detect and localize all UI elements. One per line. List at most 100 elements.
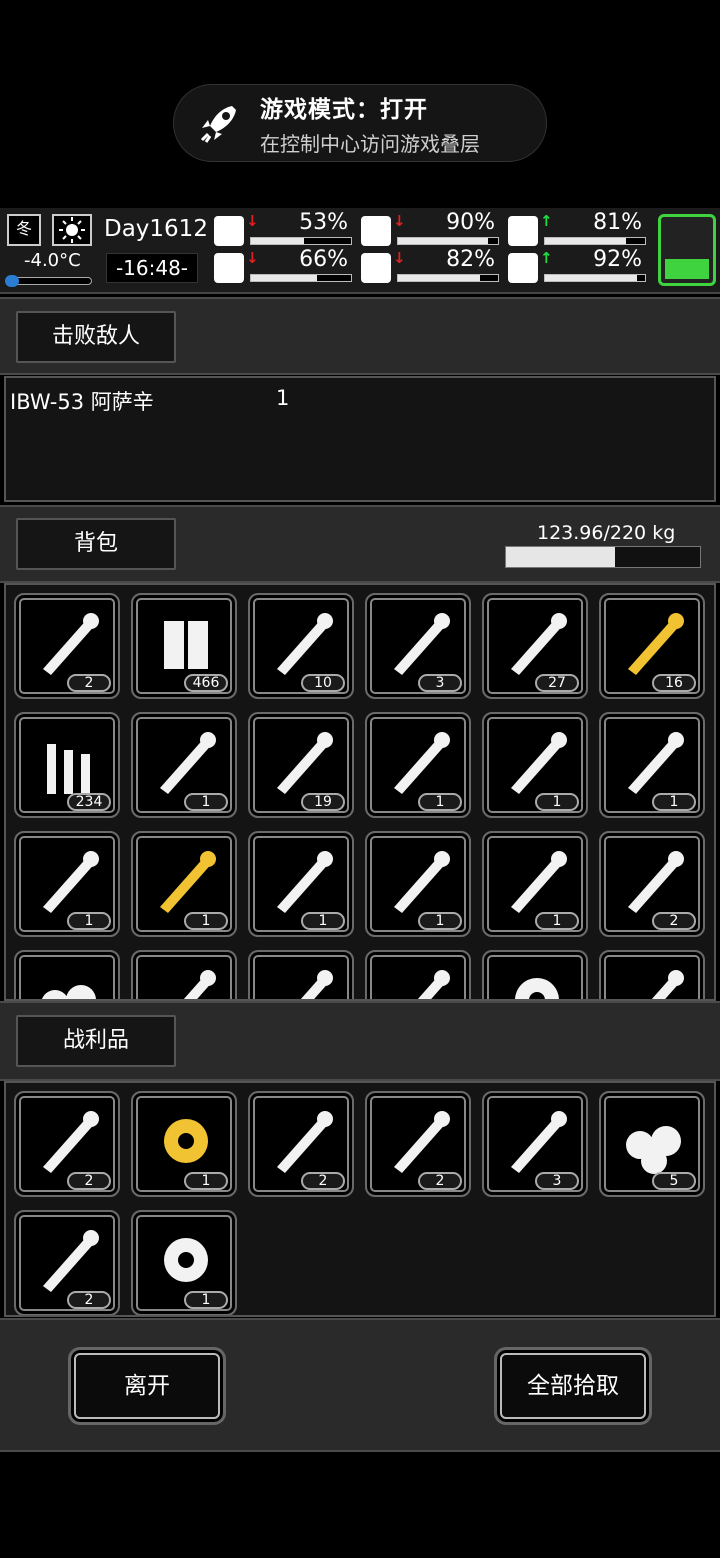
golden-mace-icon <box>160 851 216 913</box>
item-slot[interactable]: 2 <box>248 1091 354 1197</box>
take-all-button[interactable]: 全部拾取 <box>494 1347 652 1425</box>
pipe-icon <box>43 1111 99 1173</box>
item-count: 19 <box>301 793 345 811</box>
item-count: 1 <box>418 793 462 811</box>
item-slot[interactable] <box>599 950 705 999</box>
stat-stomach: ↓ 90% <box>361 210 501 248</box>
backpack-header: 背包 <box>0 505 720 583</box>
item-slot[interactable]: 1 <box>131 831 237 937</box>
item-slot[interactable]: 1 <box>365 831 471 937</box>
battery-icon <box>658 214 716 286</box>
heart-icon <box>508 253 538 283</box>
armor-plate-icon <box>511 732 567 794</box>
item-slot[interactable]: 1 <box>482 712 588 818</box>
stat-heart: ↑ 92% <box>508 247 648 285</box>
item-slot[interactable]: 3 <box>482 1091 588 1197</box>
mech-parts-icon <box>394 851 450 913</box>
trend-arrow-icon: ↑ <box>540 249 553 267</box>
water-drop-icon <box>361 253 391 283</box>
action-bar: 离开 全部拾取 <box>0 1318 720 1452</box>
flashlight-icon <box>651 970 684 999</box>
stomach-icon <box>361 216 391 246</box>
stat-value: 81% <box>593 210 642 235</box>
stones-icon <box>41 985 96 999</box>
backpack-tab[interactable]: 背包 <box>16 518 176 570</box>
stat-bar <box>397 274 499 282</box>
weight-bar <box>505 546 701 568</box>
stat-value: 66% <box>299 247 348 272</box>
item-slot[interactable]: 16 <box>599 593 705 699</box>
stat-bar <box>250 274 352 282</box>
item-count: 2 <box>418 1172 462 1190</box>
enemy-count: 1 <box>276 386 290 410</box>
item-slot[interactable]: 234 <box>14 712 120 818</box>
item-count: 234 <box>67 793 111 811</box>
item-slot[interactable]: 1 <box>14 831 120 937</box>
item-slot[interactable]: 1 <box>365 712 471 818</box>
toolbox-icon <box>160 732 216 794</box>
item-count: 1 <box>418 912 462 930</box>
item-count: 5 <box>652 1172 696 1190</box>
item-slot[interactable]: 1 <box>599 712 705 818</box>
item-count: 2 <box>67 1291 111 1309</box>
item-slot[interactable]: 1 <box>482 831 588 937</box>
item-slot[interactable]: 3 <box>365 593 471 699</box>
sun-icon <box>52 214 92 246</box>
item-count: 2 <box>67 674 111 692</box>
metal-bar-icon <box>300 970 333 999</box>
item-slot[interactable]: 10 <box>248 593 354 699</box>
item-slot[interactable]: 1 <box>131 712 237 818</box>
scrap-metal-icon <box>183 970 216 999</box>
item-slot[interactable]: 2 <box>599 831 705 937</box>
loot-tab[interactable]: 战利品 <box>16 1015 176 1067</box>
item-slot[interactable]: 19 <box>248 712 354 818</box>
leave-button[interactable]: 离开 <box>68 1347 226 1425</box>
trend-arrow-icon: ↓ <box>246 212 259 230</box>
item-slot[interactable]: 1 <box>131 1210 237 1315</box>
item-count: 2 <box>67 1172 111 1190</box>
shovel-icon <box>628 732 684 794</box>
stat-value: 92% <box>593 247 642 272</box>
tire-icon <box>277 1111 333 1173</box>
item-slot[interactable]: 466 <box>131 593 237 699</box>
item-slot[interactable]: 2 <box>14 1091 120 1197</box>
bullets-icon <box>47 744 90 794</box>
item-slot[interactable] <box>14 950 120 999</box>
defeated-enemies-tab[interactable]: 击败敌人 <box>16 311 176 363</box>
rope-coil-icon <box>277 613 333 675</box>
item-slot[interactable]: 5 <box>599 1091 705 1197</box>
stat-bar <box>250 237 352 245</box>
stat-bar <box>397 237 499 245</box>
loot-grid[interactable]: 2 1 2 2 3 5 2 1 <box>4 1081 716 1317</box>
rocket-icon <box>200 106 236 143</box>
item-count: 3 <box>535 1172 579 1190</box>
cloth-rag-icon <box>511 613 567 675</box>
item-slot[interactable]: 2 <box>365 1091 471 1197</box>
chain-whip-icon <box>43 851 99 913</box>
item-count: 1 <box>67 912 111 930</box>
stat-pill: ↑ 81% <box>508 210 648 248</box>
item-slot[interactable]: 1 <box>131 1091 237 1197</box>
battery-pack-icon <box>164 621 208 669</box>
item-slot[interactable] <box>248 950 354 999</box>
item-slot[interactable]: 2 <box>14 593 120 699</box>
item-slot[interactable]: 2 <box>14 1210 120 1315</box>
enemy-name: IBW-53 阿萨辛 <box>10 390 154 414</box>
item-slot[interactable] <box>131 950 237 999</box>
temperature-bar <box>5 275 92 287</box>
weight-label: 123.96/220 kg <box>537 522 676 544</box>
status-hud: 冬 -4.0°C Day1612 -16:48- ↓ 53% ↓ 90% ↑ 81% ↓ 66… <box>0 208 720 294</box>
item-slot[interactable] <box>365 950 471 999</box>
trend-arrow-icon: ↑ <box>540 212 553 230</box>
item-count: 2 <box>652 912 696 930</box>
season-label: 冬 <box>15 219 32 238</box>
item-slot[interactable]: 27 <box>482 593 588 699</box>
stones-icon <box>626 1126 681 1174</box>
backpack-grid[interactable]: 2 466 10 3 27 16 234 1 19 1 1 1 1 1 1 1 1 2 <box>4 583 716 1001</box>
item-slot[interactable]: 1 <box>248 831 354 937</box>
item-slot[interactable] <box>482 950 588 999</box>
medkit-icon <box>214 216 244 246</box>
stat-bar <box>544 237 646 245</box>
item-count: 1 <box>652 793 696 811</box>
minigun-icon <box>628 851 684 913</box>
